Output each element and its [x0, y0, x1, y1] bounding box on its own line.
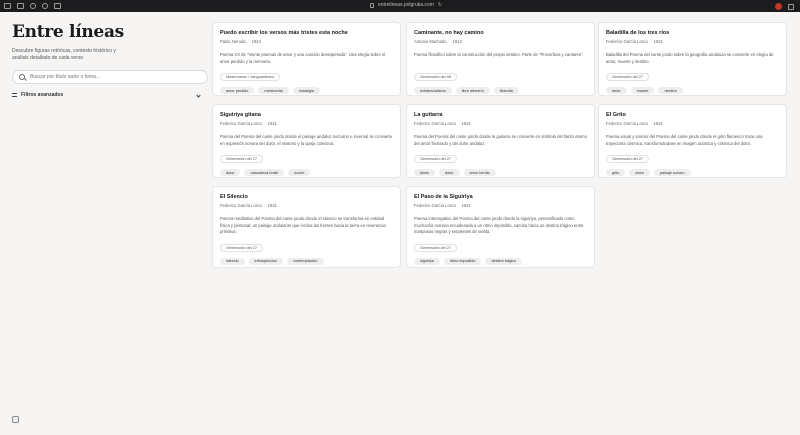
- poem-card[interactable]: Puedo escribir los versos más tristes es…: [212, 22, 401, 96]
- filters-label: Filtros avanzados: [21, 92, 64, 98]
- menu-icon[interactable]: [788, 3, 794, 10]
- address-bar[interactable]: entrelineas.polgruka.com ↻: [370, 2, 442, 8]
- category-badge: Generación del 98: [414, 73, 458, 81]
- tag-chip[interactable]: naturaleza hostil: [244, 169, 285, 176]
- poem-card[interactable]: Baladilla de los tres ríos Federico Garc…: [598, 22, 787, 96]
- tag-chip[interactable]: dolor: [629, 169, 650, 176]
- page-viewport: Entre líneas Descubre figuras retóricas,…: [0, 12, 800, 435]
- category-badge: Generación del 27: [220, 155, 264, 163]
- search-box[interactable]: [12, 70, 208, 84]
- poem-year: 1921: [653, 39, 663, 44]
- back-icon[interactable]: [30, 3, 36, 9]
- poem-title: El Silencio: [220, 194, 248, 200]
- category-badge: Generación del 27: [414, 243, 458, 252]
- tag-chip[interactable]: destino trágico: [485, 257, 523, 265]
- tag-chip[interactable]: llanto: [414, 169, 436, 176]
- tag-chip[interactable]: noche: [288, 169, 311, 176]
- tag-chip[interactable]: filosofía: [493, 87, 519, 94]
- poem-year: 1921: [267, 121, 277, 126]
- poem-description: Poema visual y sonoro del Poema del cant…: [606, 134, 763, 146]
- filters-toggle[interactable]: Filtros avanzados: [12, 92, 208, 98]
- poem-description: Poema XX de "Veinte poemas de amor y una…: [220, 52, 386, 64]
- poem-description: Poema del Poema del cante jondo donde el…: [220, 134, 393, 146]
- chevron-down-icon: [196, 92, 201, 98]
- tag-chip[interactable]: muerte: [630, 87, 655, 94]
- poem-description: Poema filosófico sobre la construcción d…: [414, 52, 584, 57]
- poem-description: Poema interrogativo del Poema del cante …: [414, 216, 584, 234]
- poem-card[interactable]: Siguiriya gitana Federico García Lorca 19…: [212, 104, 401, 178]
- poem-year: 1921: [461, 121, 471, 126]
- forward-icon[interactable]: [42, 3, 48, 9]
- poem-title: Siguiriya gitana: [220, 112, 261, 118]
- tag-chip[interactable]: grito: [606, 169, 626, 176]
- poem-year: 1921: [653, 121, 663, 126]
- poem-title: Puedo escribir los versos más tristes es…: [220, 30, 348, 36]
- poem-author: Federico García Lorca: [606, 39, 648, 44]
- category-badge: Modernismo / Vanguardismo: [220, 73, 281, 81]
- poem-year: 1912: [452, 39, 462, 44]
- tag-chip[interactable]: paisaje sonoro: [653, 169, 691, 176]
- tag-chip[interactable]: silencio: [220, 257, 245, 265]
- browser-toolbar: entrelineas.polgruka.com ↻: [0, 0, 800, 12]
- poem-card[interactable]: La guitarra Federico García Lorca 1921 Po…: [406, 104, 595, 178]
- poem-description: Baladilla del Poema del cante jondo sobr…: [606, 52, 774, 64]
- poem-author: Pablo Neruda: [220, 39, 246, 44]
- category-badge: Generación del 27: [606, 155, 650, 163]
- tag-chip[interactable]: melancolía: [258, 87, 289, 94]
- reload-icon[interactable]: [54, 3, 61, 9]
- tag-chip[interactable]: libre albedrío: [455, 87, 490, 94]
- search-icon: [19, 74, 25, 80]
- sidebar-toggle-icon[interactable]: [4, 3, 11, 9]
- page-subtitle: Descubre figuras retóricas, contexto his…: [12, 48, 116, 61]
- tag-chip[interactable]: siguiriya: [414, 257, 440, 265]
- category-badge: Generación del 27: [220, 243, 264, 252]
- url-text: entrelineas.polgruka.com: [378, 2, 434, 8]
- poem-card[interactable]: El Grito Federico García Lorca 1921 Poema…: [598, 104, 787, 178]
- poem-card[interactable]: El Silencio Federico García Lorca 1921 Po…: [212, 186, 401, 268]
- poem-year: 1921: [461, 203, 471, 208]
- help-icon[interactable]: [12, 416, 19, 423]
- profile-avatar[interactable]: [775, 3, 782, 10]
- poem-author: Federico García Lorca: [220, 121, 262, 126]
- lock-icon: [370, 2, 374, 8]
- poem-title: Baladilla de los tres ríos: [606, 30, 670, 36]
- poem-year: 1921: [267, 203, 277, 208]
- poem-description: Poema meditativo del Poema del cante jon…: [220, 216, 386, 234]
- sidebar: Entre líneas Descubre figuras retóricas,…: [12, 22, 208, 98]
- tag-chip[interactable]: dolor: [220, 169, 241, 176]
- tabs-icon[interactable]: [17, 3, 24, 9]
- poem-author: Antonio Machado: [414, 39, 447, 44]
- poem-title: Caminante, no hay camino: [414, 30, 484, 36]
- poem-card[interactable]: Caminante, no hay camino Antonio Machado…: [406, 22, 595, 96]
- tag-chip[interactable]: existencialismo: [414, 87, 452, 94]
- poem-title: El Paso de la Siguiriya: [414, 194, 473, 200]
- poem-title: La guitarra: [414, 112, 443, 118]
- poem-description: Poema del Poema del cante jondo donde la…: [414, 134, 587, 146]
- tag-chip[interactable]: contemplación: [287, 257, 324, 265]
- poem-author: Federico García Lorca: [414, 203, 456, 208]
- poem-title: El Grito: [606, 112, 626, 118]
- poem-author: Federico García Lorca: [606, 121, 648, 126]
- refresh-icon[interactable]: ↻: [438, 2, 442, 8]
- tag-chip[interactable]: destino: [658, 87, 683, 94]
- tag-chip[interactable]: amor herido: [463, 169, 496, 176]
- tag-chip[interactable]: amor: [606, 87, 627, 94]
- tag-chip[interactable]: introspección: [248, 257, 284, 265]
- tag-chip[interactable]: amor perdido: [220, 87, 255, 94]
- tag-chip[interactable]: dolor: [439, 169, 460, 176]
- poem-author: Federico García Lorca: [220, 203, 262, 208]
- page-title: Entre líneas: [12, 22, 124, 42]
- poem-author: Federico García Lorca: [414, 121, 456, 126]
- tag-chip[interactable]: nostalgia: [292, 87, 320, 94]
- poem-card[interactable]: El Paso de la Siguiriya Federico García …: [406, 186, 595, 268]
- search-input[interactable]: [30, 74, 180, 80]
- tag-chip[interactable]: ritmo imposible: [443, 257, 482, 265]
- filter-icon: [12, 93, 17, 97]
- poem-year: 1924: [251, 39, 261, 44]
- category-badge: Generación del 27: [606, 73, 650, 81]
- category-badge: Generación del 27: [414, 155, 458, 163]
